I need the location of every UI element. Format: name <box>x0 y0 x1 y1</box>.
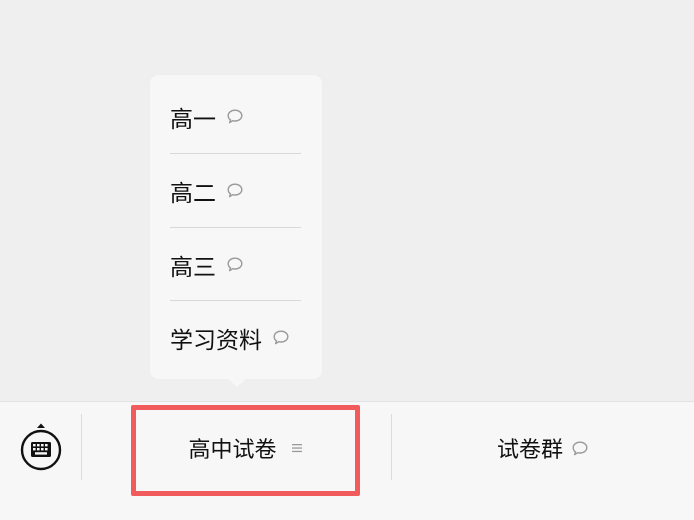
menu-item-grade-3[interactable]: 高三 <box>170 228 301 301</box>
keyboard-toggle-button[interactable] <box>18 422 64 474</box>
submenu-popup: 高一 高二 高三 学习资料 <box>150 75 322 379</box>
speech-bubble-icon <box>272 329 290 346</box>
menu-item-label: 高三 <box>170 254 216 281</box>
speech-bubble-icon <box>226 182 244 199</box>
tab-paper-group[interactable]: 试卷群 <box>392 402 694 494</box>
menu-item-grade-1[interactable]: 高一 <box>170 80 301 153</box>
bottom-menu-bar: 高中试卷 试卷群 <box>0 401 694 520</box>
speech-bubble-icon <box>571 440 589 457</box>
tab-label: 试卷群 <box>496 438 563 463</box>
speech-bubble-icon <box>226 256 244 273</box>
popup-pointer <box>227 378 247 387</box>
menu-lines-icon <box>291 443 303 453</box>
menu-item-grade-2[interactable]: 高二 <box>170 154 301 227</box>
menu-item-study-materials[interactable]: 学习资料 <box>170 301 301 374</box>
tab-high-school-papers[interactable]: 高中试卷 <box>131 402 360 494</box>
speech-bubble-icon <box>226 108 244 125</box>
keyboard-icon <box>18 423 64 478</box>
tab-label: 高中试卷 <box>188 438 277 463</box>
bar-divider <box>81 414 82 480</box>
menu-item-label: 高二 <box>170 180 216 207</box>
menu-item-label: 高一 <box>170 106 216 133</box>
menu-item-label: 学习资料 <box>170 327 262 354</box>
screen: 高一 高二 高三 学习资料 高中试卷 试卷群 <box>0 0 694 520</box>
